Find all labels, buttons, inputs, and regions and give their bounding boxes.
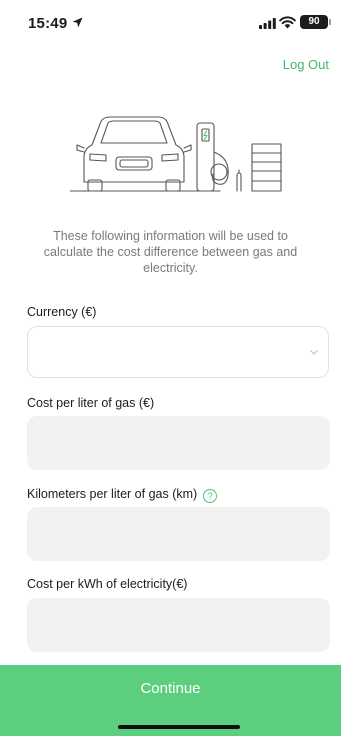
help-icon[interactable]: ? bbox=[203, 489, 218, 503]
location-arrow-icon bbox=[72, 17, 83, 28]
home-indicator bbox=[118, 725, 240, 729]
kwh-cost-field[interactable] bbox=[27, 598, 330, 652]
currency-select[interactable] bbox=[27, 326, 329, 378]
continue-label: Continue bbox=[140, 680, 201, 697]
status-bar: 15:49 90 bbox=[0, 0, 341, 44]
ev-charging-illustration bbox=[70, 116, 282, 192]
cellular-signal-icon bbox=[259, 18, 276, 29]
chevron-down-icon bbox=[310, 350, 318, 355]
gas-cost-field[interactable] bbox=[27, 416, 330, 470]
km-per-liter-field[interactable] bbox=[27, 507, 330, 561]
currency-label: Currency (€) bbox=[27, 305, 97, 319]
battery-level: 90 bbox=[308, 16, 320, 27]
km-per-liter-label: Kilometers per liter of gas (km)? bbox=[27, 487, 218, 503]
kwh-cost-label: Cost per kWh of electricity(€) bbox=[27, 577, 188, 591]
km-per-liter-label-text: Kilometers per liter of gas (km) bbox=[27, 487, 198, 501]
battery-icon: 90 bbox=[300, 15, 328, 29]
logout-button[interactable]: Log Out bbox=[283, 57, 329, 72]
battery-cap bbox=[329, 19, 331, 25]
gas-cost-label: Cost per liter of gas (€) bbox=[27, 396, 155, 410]
info-text: These following information will be used… bbox=[43, 229, 298, 275]
wifi-icon bbox=[279, 16, 296, 29]
status-time: 15:49 bbox=[28, 15, 68, 32]
